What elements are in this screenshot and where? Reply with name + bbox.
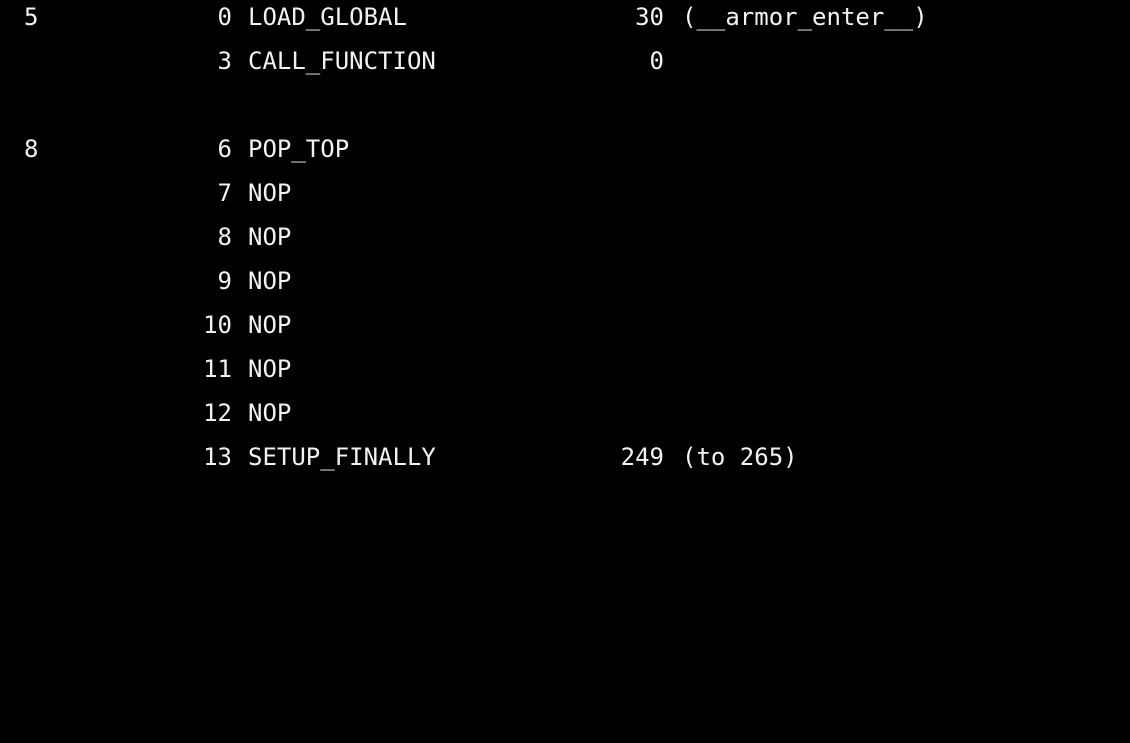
disassembly-row: 3 CALL_FUNCTION 0 bbox=[0, 39, 1130, 83]
bytecode-offset: 8 bbox=[217, 223, 232, 251]
disassembly-row: 7 NOP bbox=[0, 171, 1130, 215]
bytecode-offset: 12 bbox=[203, 399, 232, 427]
source-line-number: 5 bbox=[24, 3, 39, 31]
bytecode-offset: 10 bbox=[203, 311, 232, 339]
disassembly-row: 8 6 POP_TOP bbox=[0, 127, 1130, 171]
opcode-argument: 0 bbox=[649, 47, 664, 75]
disassembly-row: 5 0 LOAD_GLOBAL 30 (__armor_enter__) bbox=[0, 0, 1130, 39]
opcode-name: NOP bbox=[248, 179, 292, 207]
disassembly-row: 10 NOP bbox=[0, 303, 1130, 347]
bytecode-offset: 6 bbox=[217, 135, 232, 163]
disassembly-row: 13 SETUP_FINALLY 249 (to 265) bbox=[0, 435, 1130, 479]
blank-row bbox=[0, 83, 1130, 127]
source-line-number: 8 bbox=[24, 135, 39, 163]
opcode-name: POP_TOP bbox=[248, 135, 350, 163]
opcode-name: NOP bbox=[248, 311, 292, 339]
bytecode-offset: 0 bbox=[217, 3, 232, 31]
bytecode-offset: 11 bbox=[203, 355, 232, 383]
opcode-name: NOP bbox=[248, 355, 292, 383]
bytecode-offset: 9 bbox=[217, 267, 232, 295]
opcode-name: NOP bbox=[248, 399, 292, 427]
opcode-argument: 30 bbox=[635, 3, 664, 31]
opcode-name: SETUP_FINALLY bbox=[248, 443, 436, 471]
bytecode-offset: 3 bbox=[217, 47, 232, 75]
disassembly-row: 9 NOP bbox=[0, 259, 1130, 303]
disassembly-row: 12 NOP bbox=[0, 391, 1130, 435]
argument-representation: (__armor_enter__) bbox=[682, 3, 928, 31]
opcode-argument: 249 bbox=[620, 443, 664, 471]
argument-representation: (to 265) bbox=[682, 443, 798, 471]
opcode-name: NOP bbox=[248, 267, 292, 295]
bytecode-offset: 13 bbox=[203, 443, 232, 471]
opcode-name: LOAD_GLOBAL bbox=[248, 3, 407, 31]
opcode-name: CALL_FUNCTION bbox=[248, 47, 436, 75]
bytecode-offset: 7 bbox=[217, 179, 232, 207]
opcode-name: NOP bbox=[248, 223, 292, 251]
terminal-output: 5 0 LOAD_GLOBAL 30 (__armor_enter__) 3 C… bbox=[0, 0, 1130, 472]
disassembly-row: 11 NOP bbox=[0, 347, 1130, 391]
disassembly-row: 8 NOP bbox=[0, 215, 1130, 259]
